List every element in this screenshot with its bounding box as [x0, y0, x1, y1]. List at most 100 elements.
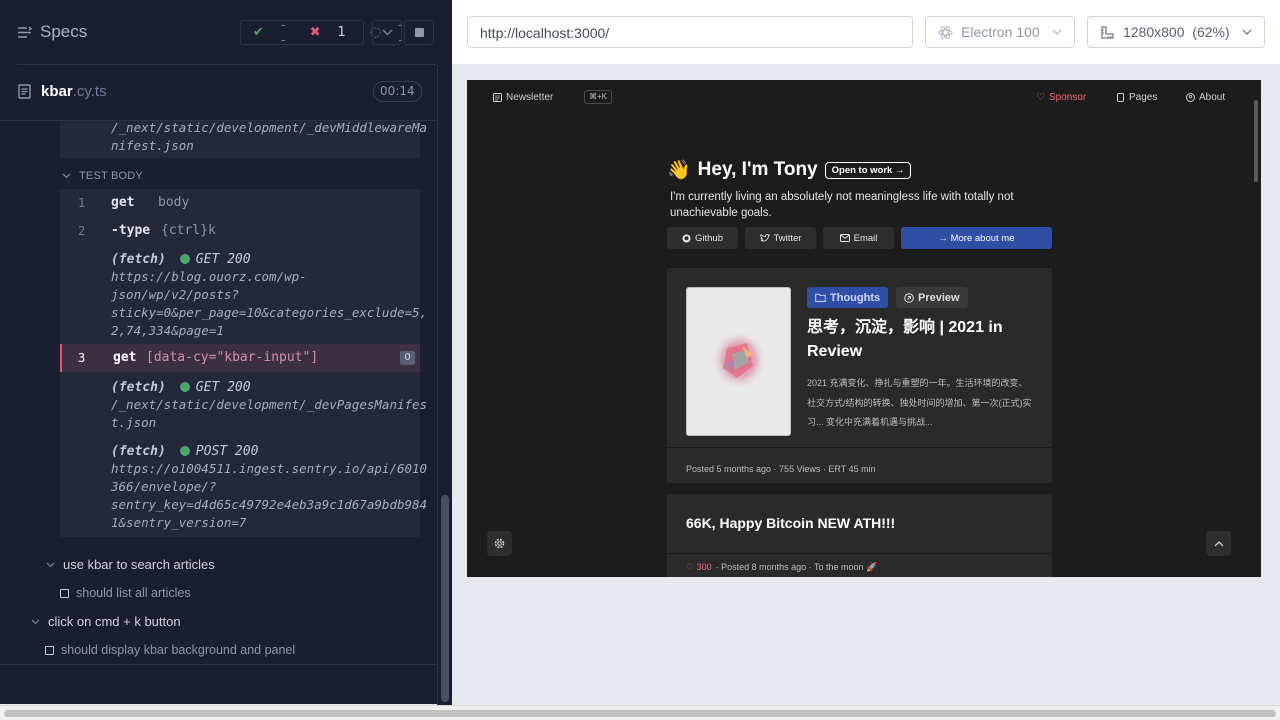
- chevron-up-icon: [1214, 540, 1223, 546]
- folder-icon: [815, 293, 826, 302]
- specs-list-icon: [18, 25, 32, 38]
- checkbox-icon: [45, 645, 54, 655]
- post-thumbnail: [686, 287, 791, 436]
- preview-icon: [904, 292, 914, 303]
- hero: 👋 Hey, I'm Tony Open to work → I'm curre…: [667, 158, 1052, 221]
- kbar-shortcut-button[interactable]: ⌘+K: [584, 90, 613, 104]
- command-type[interactable]: 2 -type {ctrl}k: [60, 217, 420, 245]
- specs-title: Specs: [40, 22, 88, 41]
- nav-newsletter[interactable]: Newsletter: [493, 92, 553, 103]
- chevron-down-icon: [31, 619, 40, 624]
- post-meta: Posted 5 months ago · 755 Views · ERT 45…: [686, 464, 876, 474]
- browser-selector[interactable]: Electron 100: [925, 16, 1075, 48]
- test-list-articles[interactable]: should list all articles: [60, 586, 191, 600]
- post-title[interactable]: 思考，沉淀，影响 | 2021 in Review: [807, 316, 1037, 364]
- wave-emoji: 👋: [667, 160, 691, 181]
- post-meta: ♡ 300 · Posted 8 months ago · To the moo…: [686, 562, 878, 573]
- stop-button[interactable]: [404, 20, 434, 45]
- nav-pages[interactable]: Pages: [1116, 92, 1157, 103]
- fetch-url: https://blog.ouorz.com/wp- json/wp/v2/po…: [111, 269, 428, 338]
- fetch-url: https://o1004511.ingest.sentry.io/api/60…: [111, 461, 428, 530]
- chevron-down-icon: [1242, 29, 1252, 35]
- collapse-button[interactable]: [372, 20, 402, 45]
- command-get-kbar-input[interactable]: 3 get [data-cy="kbar-input"] 0: [60, 344, 420, 372]
- command-previous[interactable]: /_next/static/development/_devMiddleware…: [60, 121, 428, 158]
- post-card[interactable]: Thoughts Preview 思考，沉淀，影响 | 2021 in Revi…: [667, 268, 1052, 483]
- fetch-url: /_next/static/development/_devPagesManif…: [111, 397, 428, 430]
- suite-cmd-k-button[interactable]: click on cmd + k button: [31, 614, 181, 629]
- reporter-scrollbar[interactable]: [437, 65, 452, 705]
- twitter-icon: [759, 234, 770, 242]
- command-get-body[interactable]: 1 get body: [60, 189, 420, 217]
- spec-filename: kbar.cy.ts: [41, 83, 107, 100]
- specs-toggle[interactable]: Specs: [17, 22, 87, 42]
- viewport-scrollbar[interactable]: [1251, 80, 1261, 577]
- reporter-panel: Specs ✔ -- ✖ 1 ◌ -- kbar.cy.ts 00:14 /_next…: [0, 0, 452, 705]
- browser-toolbar: http://localhost:3000/ Electron 100 1280…: [452, 0, 1280, 64]
- scrollbar-thumb[interactable]: [1254, 100, 1258, 182]
- heart-icon: ♡: [1036, 92, 1045, 103]
- spec-file-row[interactable]: kbar.cy.ts 00:14: [0, 65, 436, 121]
- stat-failed: ✖ 1: [298, 25, 358, 40]
- stats-bar: ✔ -- ✖ 1 ◌ --: [240, 18, 403, 48]
- chevron-down-icon: [62, 173, 71, 179]
- command-log: /_next/static/development/_devMiddleware…: [0, 121, 436, 666]
- email-button[interactable]: Email: [823, 227, 894, 249]
- github-button[interactable]: Github: [667, 227, 738, 249]
- twitter-button[interactable]: Twitter: [745, 227, 816, 249]
- more-about-me-button[interactable]: → More about me: [901, 227, 1052, 249]
- nav-about[interactable]: About: [1186, 92, 1225, 103]
- spec-duration: 00:14: [373, 81, 422, 102]
- post-card[interactable]: 66K, Happy Bitcoin NEW ATH!!! ♡ 300 · Po…: [667, 494, 1052, 577]
- abstract-art-image: [711, 330, 767, 390]
- fetch-entry-manifest[interactable]: (fetch) GET 200 /_next/static/development…: [111, 378, 428, 432]
- divider: [667, 553, 1052, 554]
- tag-thoughts[interactable]: Thoughts: [807, 287, 889, 308]
- newsletter-icon: [493, 93, 502, 102]
- document-icon: [18, 84, 31, 99]
- test-body-commands: 1 get body 2 -type {ctrl}k (fetch) GET 20…: [60, 189, 428, 537]
- hero-subtitle: I'm currently living an absolutely not m…: [670, 191, 1014, 219]
- nav-sponsor[interactable]: ♡ Sponsor: [1036, 92, 1086, 103]
- status-dot-icon: [179, 382, 190, 392]
- settings-button[interactable]: [487, 531, 512, 556]
- fetch-url: /_next/static/development/_devMiddleware…: [111, 121, 428, 153]
- fetch-entry-posts[interactable]: (fetch) GET 200 https://blog.ouorz.com/wp…: [111, 250, 428, 340]
- preview-button[interactable]: Preview: [896, 287, 968, 308]
- url-bar[interactable]: http://localhost:3000/: [467, 16, 913, 48]
- status-dot-icon: [179, 254, 190, 264]
- chevron-down-icon: [46, 562, 55, 567]
- chevron-down-icon: [1052, 29, 1062, 35]
- test-display-kbar[interactable]: should display kbar background and panel: [45, 643, 295, 657]
- like-button[interactable]: ♡ 300: [686, 562, 712, 573]
- app-viewport: Newsletter ⌘+K ♡ Sponsor Pages About 👋 H…: [467, 80, 1261, 577]
- divider: [0, 664, 436, 665]
- pages-icon: [1117, 93, 1124, 102]
- stat-passed: ✔ --: [241, 18, 298, 48]
- suite-search-articles[interactable]: use kbar to search articles: [46, 557, 215, 572]
- element-count-badge: 0: [400, 351, 415, 365]
- chevron-down-icon: [381, 29, 393, 36]
- post-title[interactable]: 66K, Happy Bitcoin NEW ATH!!!: [686, 515, 895, 531]
- test-body-header[interactable]: TEST BODY: [60, 163, 420, 189]
- scroll-top-button[interactable]: [1206, 531, 1231, 556]
- viewport-selector[interactable]: 1280x800 (62%): [1087, 16, 1265, 48]
- electron-icon: [938, 25, 953, 39]
- horizontal-scrollbar[interactable]: [0, 705, 1280, 720]
- social-buttons: Github Twitter Email → More about me: [667, 227, 1052, 249]
- fetch-entry-sentry[interactable]: (fetch) POST 200 https://o1004511.ingest.…: [111, 442, 428, 532]
- reporter-header: Specs ✔ -- ✖ 1 ◌ --: [0, 0, 436, 64]
- checkbox-icon: [60, 588, 69, 598]
- open-to-work-badge[interactable]: Open to work →: [824, 161, 912, 179]
- hero-title: 👋 Hey, I'm Tony Open to work →: [667, 158, 1052, 182]
- stop-icon: [414, 28, 424, 37]
- scrollbar-thumb[interactable]: [441, 495, 449, 702]
- ruler-icon: [1101, 25, 1114, 39]
- x-icon: ✖: [309, 25, 321, 40]
- github-icon: [682, 234, 691, 242]
- divider: [667, 447, 1052, 448]
- mail-icon: [839, 234, 850, 242]
- check-icon: ✔: [253, 25, 264, 40]
- scrollbar-thumb[interactable]: [4, 710, 1276, 717]
- gear-icon: [494, 538, 505, 549]
